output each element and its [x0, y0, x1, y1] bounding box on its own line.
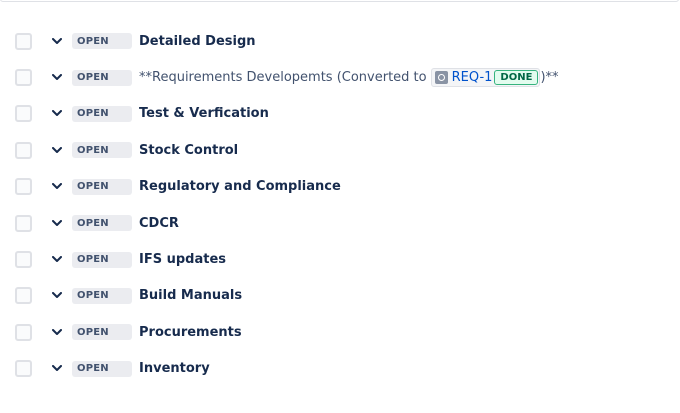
row-checkbox[interactable]: [15, 69, 32, 87]
row-checkbox[interactable]: [15, 323, 32, 341]
list-item[interactable]: OPEN Procurements: [0, 314, 680, 350]
status-badge[interactable]: OPEN: [72, 360, 132, 377]
chevron-down-icon[interactable]: [51, 108, 62, 119]
status-label: OPEN: [77, 72, 109, 84]
status-label: OPEN: [77, 108, 109, 120]
status-badge[interactable]: OPEN: [72, 69, 132, 86]
status-label: OPEN: [77, 290, 109, 302]
summary-prefix: **Requirements Developemts (Converted to: [139, 70, 427, 86]
chevron-down-icon[interactable]: [51, 363, 62, 374]
chevron-down-icon[interactable]: [51, 181, 62, 192]
issue-summary[interactable]: Regulatory and Compliance: [139, 179, 341, 194]
done-status-lozenge: DONE: [494, 70, 539, 86]
chevron-down-icon[interactable]: [51, 327, 62, 338]
list-item[interactable]: OPEN **Requirements Developemts (Convert…: [0, 59, 680, 95]
row-checkbox[interactable]: [15, 141, 32, 159]
child-issue-list: OPEN Detailed Design OPEN **Requirements…: [0, 23, 680, 387]
chevron-down-icon[interactable]: [51, 36, 62, 47]
row-checkbox[interactable]: [15, 360, 32, 378]
row-checkbox[interactable]: [15, 178, 32, 196]
status-badge[interactable]: OPEN: [72, 33, 132, 50]
chevron-down-icon[interactable]: [51, 145, 62, 156]
row-checkbox[interactable]: [15, 214, 32, 232]
status-label: OPEN: [77, 254, 109, 266]
issue-link-chip[interactable]: REQ-1 DONE: [430, 68, 541, 88]
status-badge[interactable]: OPEN: [72, 105, 132, 122]
list-item[interactable]: OPEN Regulatory and Compliance: [0, 169, 680, 205]
row-checkbox[interactable]: [15, 105, 32, 123]
status-label: OPEN: [77, 144, 109, 156]
row-checkbox[interactable]: [15, 251, 32, 269]
issue-summary[interactable]: Detailed Design: [139, 34, 256, 49]
issue-summary[interactable]: Build Manuals: [139, 288, 242, 303]
issue-summary[interactable]: **Requirements Developemts (Converted to…: [139, 68, 559, 88]
status-badge[interactable]: OPEN: [72, 251, 132, 268]
list-item[interactable]: OPEN IFS updates: [0, 241, 680, 277]
chevron-down-icon[interactable]: [51, 72, 62, 83]
status-badge[interactable]: OPEN: [72, 287, 132, 304]
status-label: OPEN: [77, 35, 109, 47]
status-label: OPEN: [77, 181, 109, 193]
issue-type-icon: [434, 71, 448, 85]
status-label: OPEN: [77, 363, 109, 375]
list-item[interactable]: OPEN Inventory: [0, 351, 680, 387]
list-item[interactable]: OPEN CDCR: [0, 205, 680, 241]
issue-summary[interactable]: CDCR: [139, 216, 179, 231]
issue-summary[interactable]: Stock Control: [139, 143, 238, 158]
list-item[interactable]: OPEN Detailed Design: [0, 23, 680, 59]
status-badge[interactable]: OPEN: [72, 142, 132, 159]
list-item[interactable]: OPEN Stock Control: [0, 132, 680, 168]
issue-link-key[interactable]: REQ-1: [452, 70, 493, 85]
summary-suffix: )**: [540, 70, 559, 86]
chevron-down-icon[interactable]: [51, 254, 62, 265]
issue-summary[interactable]: Inventory: [139, 361, 210, 376]
chevron-down-icon[interactable]: [51, 218, 62, 229]
status-badge[interactable]: OPEN: [72, 215, 132, 232]
status-label: OPEN: [77, 217, 109, 229]
issue-summary[interactable]: IFS updates: [139, 252, 226, 267]
issue-summary[interactable]: Procurements: [139, 325, 242, 340]
row-checkbox[interactable]: [15, 32, 32, 50]
status-badge[interactable]: OPEN: [72, 324, 132, 341]
status-badge[interactable]: OPEN: [72, 178, 132, 195]
row-checkbox[interactable]: [15, 287, 32, 305]
issue-summary[interactable]: Test & Verfication: [139, 106, 269, 121]
list-item[interactable]: OPEN Test & Verfication: [0, 96, 680, 132]
chevron-down-icon[interactable]: [51, 290, 62, 301]
top-panel-edge: [0, 0, 679, 2]
list-item[interactable]: OPEN Build Manuals: [0, 278, 680, 314]
status-label: OPEN: [77, 326, 109, 338]
